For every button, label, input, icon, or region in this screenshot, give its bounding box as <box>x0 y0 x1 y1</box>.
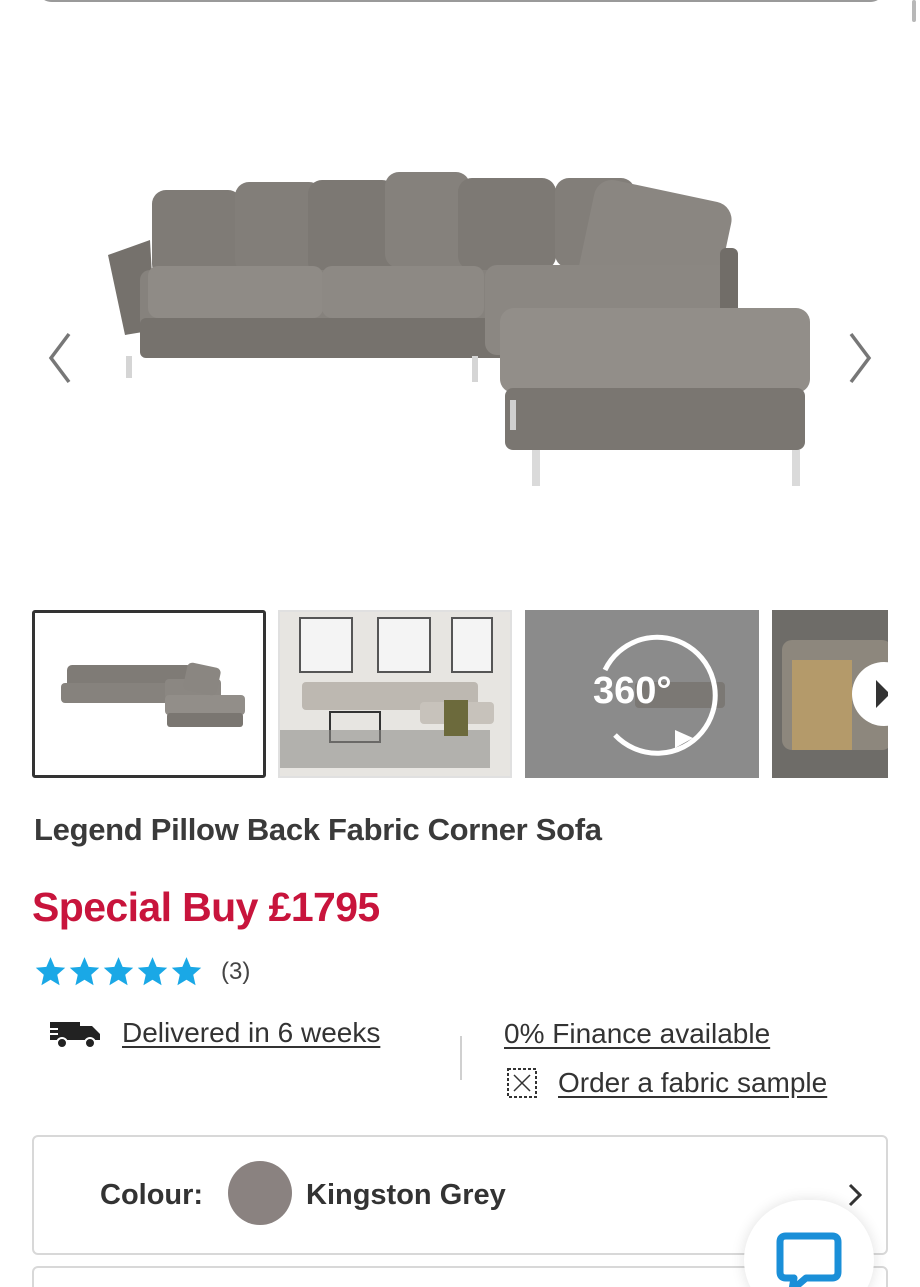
video-thumbnail-image <box>772 610 888 778</box>
colour-swatch <box>228 1161 292 1225</box>
fabric-sample-link[interactable]: Order a fabric sample <box>558 1067 827 1099</box>
thumbnail-strip: 360° <box>32 610 888 780</box>
fabric-sample-info: Order a fabric sample <box>504 1065 827 1101</box>
chat-bubble-icon <box>776 1232 842 1287</box>
scrollbar[interactable] <box>912 0 916 22</box>
delivery-info: Delivered in 6 weeks <box>48 1016 380 1050</box>
star-icon <box>35 957 66 986</box>
carousel-next-button[interactable] <box>840 328 880 388</box>
thumbnail-sofa-cutout[interactable] <box>32 610 266 778</box>
room-scene-image <box>280 612 510 776</box>
thumbnail-video[interactable] <box>772 610 888 778</box>
sofa-thumbnail-image <box>61 662 245 727</box>
colour-label: Colour: <box>100 1179 204 1211</box>
star-icon <box>171 957 202 986</box>
delivery-link[interactable]: Delivered in 6 weeks <box>122 1017 380 1049</box>
colour-value: Kingston Grey <box>306 1179 506 1211</box>
sofa-main-image <box>108 172 810 486</box>
divider <box>460 1036 462 1080</box>
carousel-prev-button[interactable] <box>40 328 80 388</box>
product-price: Special Buy £1795 <box>32 884 380 930</box>
review-count[interactable]: (3) <box>221 958 250 986</box>
star-rating <box>34 955 203 988</box>
finance-info: 0% Finance available <box>504 1018 770 1050</box>
chevron-left-icon <box>48 332 71 384</box>
star-icon <box>69 957 100 986</box>
star-icon <box>137 957 168 986</box>
thumbnail-lifestyle-room[interactable] <box>278 610 512 778</box>
product-title: Legend Pillow Back Fabric Corner Sofa <box>34 812 602 847</box>
product-rating[interactable]: (3) <box>34 955 250 988</box>
chevron-right-icon <box>848 1183 863 1207</box>
delivery-truck-icon <box>48 1022 100 1049</box>
thumbnail-360-view[interactable]: 360° <box>525 610 759 778</box>
chevron-right-icon <box>849 332 872 384</box>
search-bar-edge[interactable] <box>36 0 886 2</box>
fabric-swatch-icon <box>507 1068 537 1098</box>
star-icon <box>103 957 134 986</box>
thumb-360-label: 360° <box>593 670 672 712</box>
product-image-carousel <box>0 60 920 580</box>
product-info-links: Delivered in 6 weeks 0% Finance availabl… <box>0 1010 920 1120</box>
finance-link[interactable]: 0% Finance available <box>504 1018 770 1049</box>
